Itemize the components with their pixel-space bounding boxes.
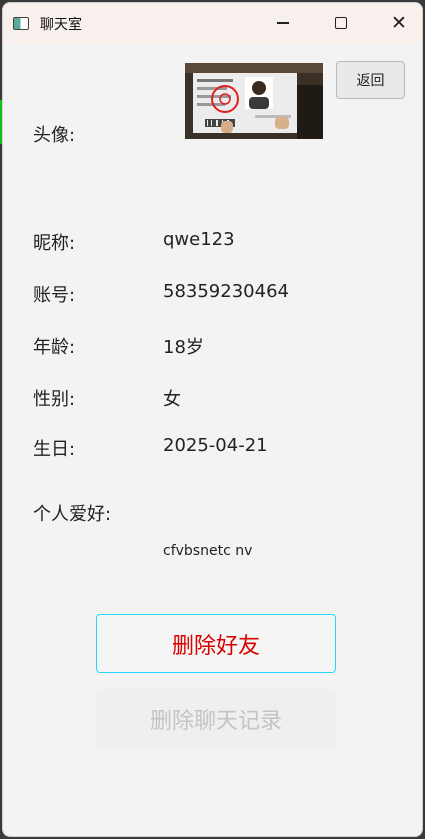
- birthday-label: 生日:: [33, 439, 76, 460]
- birthday-value: 2025-04-21: [163, 435, 268, 456]
- close-icon: ✕: [391, 11, 407, 34]
- minimize-icon: [277, 22, 289, 24]
- nickname-value: qwe123: [163, 229, 235, 250]
- delete-friend-button[interactable]: 删除好友: [96, 614, 336, 673]
- maximize-icon: [335, 17, 347, 29]
- delete-chat-history-button[interactable]: 删除聊天记录: [96, 689, 336, 748]
- avatar[interactable]: [185, 63, 323, 139]
- chat-room-window: 聊天室 ✕ 头像: 返回 昵称: qwe123 账号: 58359230464 …: [2, 2, 423, 837]
- account-label: 账号:: [33, 285, 76, 306]
- hobby-label: 个人爱好:: [33, 504, 112, 525]
- back-button[interactable]: 返回: [336, 61, 405, 99]
- window-title: 聊天室: [40, 17, 82, 33]
- nickname-label: 昵称:: [33, 233, 76, 254]
- close-button[interactable]: ✕: [370, 3, 422, 43]
- app-icon: [13, 17, 29, 30]
- maximize-button[interactable]: [312, 3, 370, 43]
- avatar-label: 头像:: [33, 125, 76, 146]
- gender-value: 女: [163, 389, 181, 410]
- avatar-id-card-image: [185, 63, 323, 139]
- age-label: 年龄:: [33, 337, 76, 358]
- minimize-button[interactable]: [254, 3, 312, 43]
- age-value: 18岁: [163, 337, 204, 358]
- gender-label: 性别:: [33, 389, 76, 410]
- account-value: 58359230464: [163, 281, 289, 302]
- title-bar: 聊天室 ✕: [3, 3, 422, 43]
- hobby-value: cfvbsnetc nv: [163, 543, 253, 559]
